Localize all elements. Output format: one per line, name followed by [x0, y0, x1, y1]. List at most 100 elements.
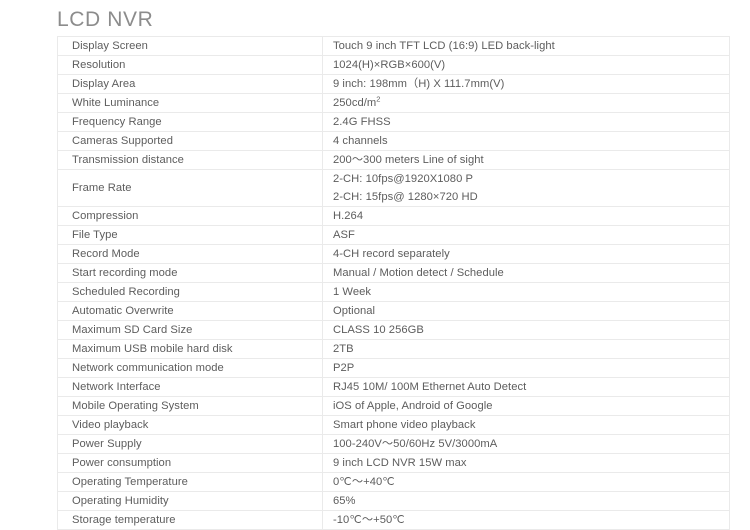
spec-value-line: 2-CH: 15fps@ 1280×720 HD: [333, 191, 478, 203]
table-row: Network Interface RJ45 10M/ 100M Ethernet…: [57, 377, 730, 397]
table-row: Display Area 9 inch: 198mm（H) X 111.7mm(V…: [57, 74, 730, 94]
table-row: Frame Rate 2-CH: 10fps@1920X1080 P 2-CH: 1…: [57, 169, 730, 207]
spec-label: Automatic Overwrite: [57, 301, 323, 321]
spec-value: 1 Week: [322, 282, 730, 302]
table-row: Maximum SD Card Size CLASS 10 256GB: [57, 320, 730, 340]
spec-value-line: Smart phone video playback: [333, 419, 476, 431]
spec-value-line: P2P: [333, 362, 355, 374]
table-row: Automatic Overwrite Optional: [57, 301, 730, 321]
spec-label: Maximum USB mobile hard disk: [57, 339, 323, 359]
spec-label: Network Interface: [57, 377, 323, 397]
spec-value-line: Touch 9 inch TFT LCD (16:9) LED back-lig…: [333, 40, 555, 52]
spec-label: Scheduled Recording: [57, 282, 323, 302]
table-row: Mobile Operating System iOS of Apple, And…: [57, 396, 730, 416]
spec-value-line: H.264: [333, 210, 364, 222]
spec-value: 250cd/m2: [322, 93, 730, 113]
spec-value: 4 channels: [322, 131, 730, 151]
table-row: Network communication mode P2P: [57, 358, 730, 378]
spec-value-line: CLASS 10 256GB: [333, 324, 424, 336]
table-row: Compression H.264: [57, 206, 730, 226]
spec-value-line: 4-CH record separately: [333, 248, 450, 260]
spec-label: White Luminance: [57, 93, 323, 113]
spec-value: 0℃～+40℃: [322, 472, 730, 492]
spec-value-line: 65%: [333, 495, 356, 507]
spec-label: Transmission distance: [57, 150, 323, 170]
table-row: Start recording mode Manual / Motion dete…: [57, 263, 730, 283]
spec-label: Operating Temperature: [57, 472, 323, 492]
table-row: Cameras Supported 4 channels: [57, 131, 730, 151]
spec-value-line: 100-240V～50/60Hz 5V/3000mA: [333, 438, 498, 450]
spec-value-line: 2TB: [333, 343, 354, 355]
spec-value-line: RJ45 10M/ 100M Ethernet Auto Detect: [333, 381, 527, 393]
spec-value: RJ45 10M/ 100M Ethernet Auto Detect: [322, 377, 730, 397]
page-title: LCD NVR: [57, 8, 154, 31]
spec-value: 200～300 meters Line of sight: [322, 150, 730, 170]
superscript-two: 2: [376, 94, 381, 104]
spec-value: 100-240V～50/60Hz 5V/3000mA: [322, 434, 730, 454]
spec-value: P2P: [322, 358, 730, 378]
spec-value: 1024(H)×RGB×600(V): [322, 55, 730, 75]
spec-value-line: 9 inch: 198mm（H) X 111.7mm(V): [333, 78, 505, 90]
spec-label: Power Supply: [57, 434, 323, 454]
table-row: Power Supply 100-240V～50/60Hz 5V/3000mA: [57, 434, 730, 454]
table-row: White Luminance 250cd/m2: [57, 93, 730, 113]
spec-label: Start recording mode: [57, 263, 323, 283]
spec-value-line: 4 channels: [333, 135, 388, 147]
spec-value: 65%: [322, 491, 730, 511]
spec-value-line: Optional: [333, 305, 376, 317]
spec-value: Optional: [322, 301, 730, 321]
spec-value: Smart phone video playback: [322, 415, 730, 435]
table-row: Record Mode 4-CH record separately: [57, 244, 730, 264]
spec-label: Maximum SD Card Size: [57, 320, 323, 340]
spec-value: 4-CH record separately: [322, 244, 730, 264]
spec-value-line: 0℃～+40℃: [333, 476, 395, 488]
table-row: Power consumption 9 inch LCD NVR 15W max: [57, 453, 730, 473]
spec-value-line: Manual / Motion detect / Schedule: [333, 267, 504, 279]
table-row: Scheduled Recording 1 Week: [57, 282, 730, 302]
table-row: Frequency Range 2.4G FHSS: [57, 112, 730, 132]
spec-value-line: 1024(H)×RGB×600(V): [333, 59, 446, 71]
spec-value-line: 2-CH: 10fps@1920X1080 P: [333, 173, 474, 185]
spec-value: H.264: [322, 206, 730, 226]
spec-value-line: 2.4G FHSS: [333, 116, 391, 128]
spec-value-line: 250cd/m2: [333, 94, 381, 109]
table-row: Video playback Smart phone video playback: [57, 415, 730, 435]
spec-label: Frame Rate: [57, 169, 323, 207]
spec-value-line: -10℃～+50℃: [333, 514, 405, 526]
spec-value-line: 200～300 meters Line of sight: [333, 154, 484, 166]
spec-value: 2-CH: 10fps@1920X1080 P 2-CH: 15fps@ 1280…: [322, 169, 730, 207]
spec-label: Frequency Range: [57, 112, 323, 132]
spec-value: ASF: [322, 225, 730, 245]
table-row: File Type ASF: [57, 225, 730, 245]
spec-label: Record Mode: [57, 244, 323, 264]
spec-value-line: iOS of Apple, Android of Google: [333, 400, 493, 412]
spec-value-line: 9 inch LCD NVR 15W max: [333, 457, 467, 469]
specifications-table: Display Screen Touch 9 inch TFT LCD (16:9…: [57, 36, 730, 530]
spec-label: Network communication mode: [57, 358, 323, 378]
spec-label: Video playback: [57, 415, 323, 435]
spec-value: -10℃～+50℃: [322, 510, 730, 530]
table-row: Operating Humidity 65%: [57, 491, 730, 511]
spec-value-line: ASF: [333, 229, 355, 241]
table-row: Resolution 1024(H)×RGB×600(V): [57, 55, 730, 75]
spec-label: Power consumption: [57, 453, 323, 473]
spec-value-line: 1 Week: [333, 286, 372, 298]
spec-label: File Type: [57, 225, 323, 245]
table-row: Storage temperature -10℃～+50℃: [57, 510, 730, 530]
spec-label: Compression: [57, 206, 323, 226]
spec-label: Cameras Supported: [57, 131, 323, 151]
spec-label: Display Screen: [57, 36, 323, 56]
spec-sheet-page: LCD NVR Display Screen Touch 9 inch TFT L…: [0, 0, 750, 530]
spec-label: Mobile Operating System: [57, 396, 323, 416]
table-row: Transmission distance 200～300 meters Line…: [57, 150, 730, 170]
spec-value: Touch 9 inch TFT LCD (16:9) LED back-lig…: [322, 36, 730, 56]
table-row: Display Screen Touch 9 inch TFT LCD (16:9…: [57, 36, 730, 56]
spec-value: 9 inch LCD NVR 15W max: [322, 453, 730, 473]
specifications-table-body: Display Screen Touch 9 inch TFT LCD (16:9…: [57, 36, 730, 530]
table-row: Maximum USB mobile hard disk 2TB: [57, 339, 730, 359]
spec-value: Manual / Motion detect / Schedule: [322, 263, 730, 283]
spec-value: 9 inch: 198mm（H) X 111.7mm(V): [322, 74, 730, 94]
table-row: Operating Temperature 0℃～+40℃: [57, 472, 730, 492]
spec-value: iOS of Apple, Android of Google: [322, 396, 730, 416]
spec-label: Resolution: [57, 55, 323, 75]
